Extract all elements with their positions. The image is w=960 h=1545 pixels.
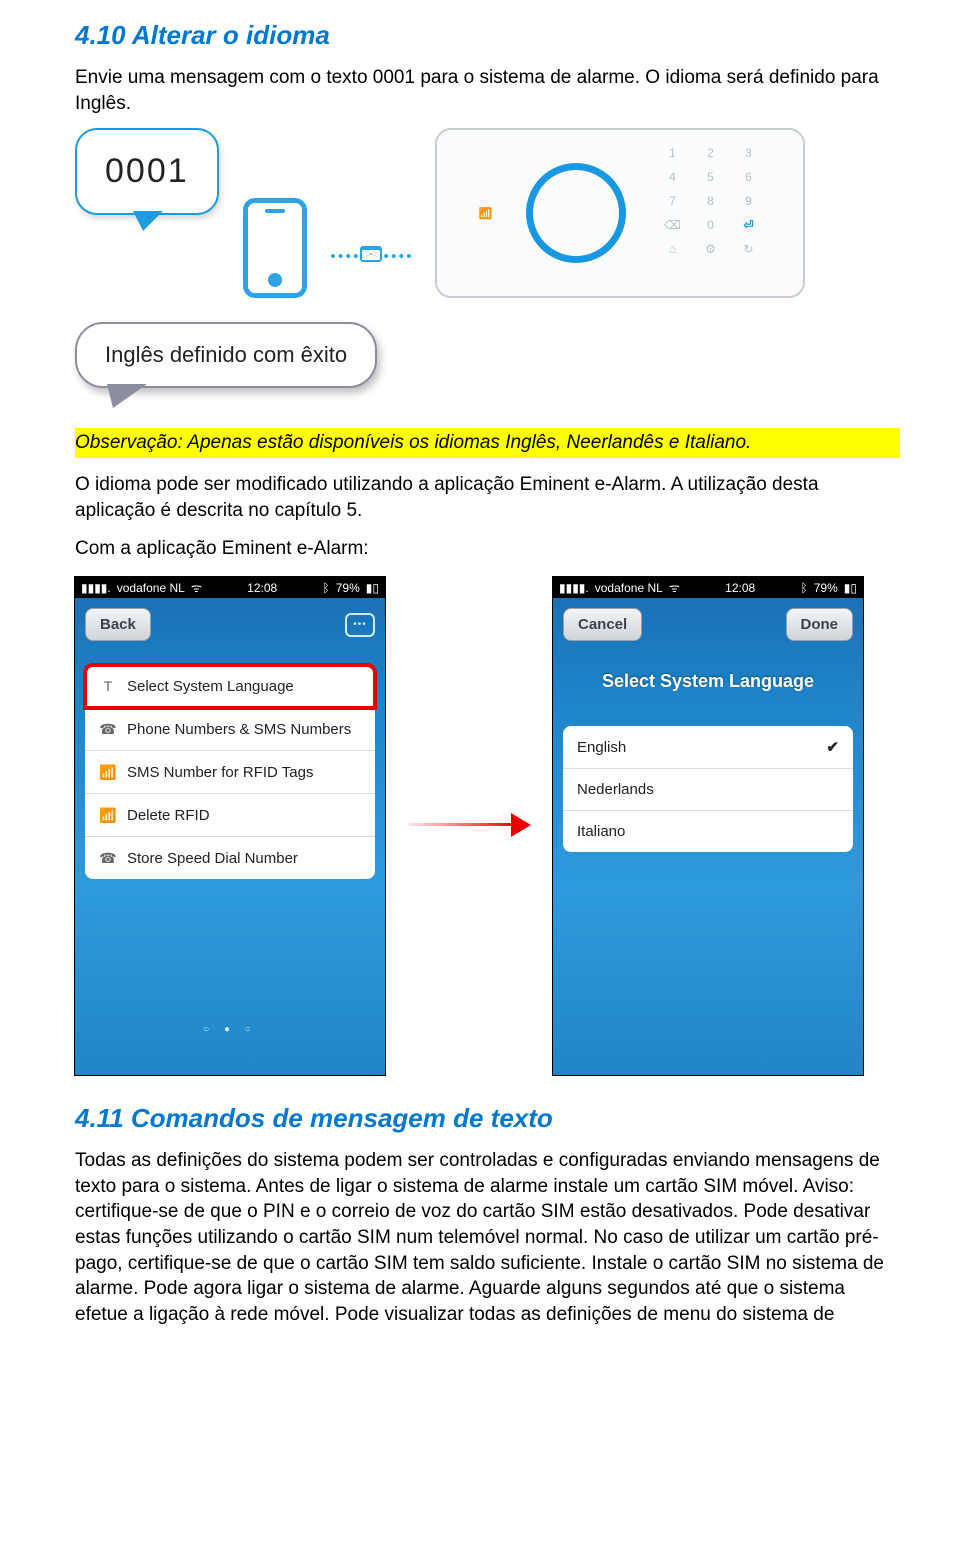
language-option-italiano[interactable]: Italiano — [563, 811, 853, 852]
app-screenshots-row: ▮▮▮▮. vodafone NL ᯤ 12:08 ᛒ 79% ▮▯ Back … — [75, 577, 900, 1075]
note-highlight: Observação: Apenas estão disponíveis os … — [75, 428, 900, 458]
wifi-icon: ᯤ — [191, 579, 202, 596]
sms-code-bubble: 0001 — [75, 128, 219, 215]
heading-4-11: 4.11 Comandos de mensagem de texto — [75, 1103, 900, 1134]
list-item-label: English — [577, 739, 626, 756]
status-time: 12:08 — [247, 581, 277, 595]
mobile-phone-icon — [243, 198, 307, 298]
status-time: 12:08 — [725, 581, 755, 595]
rfid-x-icon: 📶 — [99, 806, 117, 824]
keypad-key: 7 — [660, 192, 684, 210]
list-item-label: Select System Language — [127, 678, 294, 695]
keypad-key: ⌂ — [660, 240, 684, 258]
list-item-label: Nederlands — [577, 781, 654, 798]
language-list: English ✔ Nederlands Italiano — [563, 726, 853, 852]
screen-title: Select System Language — [553, 665, 863, 708]
keypad-key: ⏎ — [736, 216, 760, 234]
list-item-select-language[interactable]: T Select System Language — [85, 665, 375, 708]
bluetooth-icon: ᛒ — [323, 581, 330, 595]
list-item-label: Italiano — [577, 823, 625, 840]
list-item-label: SMS Number for RFID Tags — [127, 764, 313, 781]
red-arrow-icon — [409, 823, 529, 829]
bluetooth-icon: ᛒ — [801, 581, 808, 595]
nav-bar: Back — [75, 598, 385, 665]
done-button[interactable]: Done — [786, 608, 854, 641]
alarm-button-icon — [526, 163, 626, 263]
envelope-icon — [360, 246, 382, 262]
keypad-key: 0 — [698, 216, 722, 234]
keypad-key: 4 — [660, 168, 684, 186]
list-item-speed-dial[interactable]: ☎ Store Speed Dial Number — [85, 837, 375, 879]
language-option-english[interactable]: English ✔ — [563, 726, 853, 769]
keypad-illustration: 1 2 3 4 5 6 7 8 9 ⌫ 0 ⏎ ⌂ ⚙ ↻ — [660, 144, 760, 282]
body-text: Com a aplicação Eminent e-Alarm: — [75, 536, 900, 562]
list-item-sms-rfid[interactable]: 📶 SMS Number for RFID Tags — [85, 751, 375, 794]
response-callout: Inglês definido com êxito — [75, 322, 377, 388]
keypad-key: ⚙ — [698, 240, 722, 258]
list-item-delete-rfid[interactable]: 📶 Delete RFID — [85, 794, 375, 837]
keypad-key: 5 — [698, 168, 722, 186]
phone-icon: ☎ — [99, 849, 117, 867]
keypad-key: 8 — [698, 192, 722, 210]
battery-icon: ▮▯ — [844, 581, 857, 595]
status-bar: ▮▮▮▮. vodafone NL ᯤ 12:08 ᛒ 79% ▮▯ — [553, 577, 863, 598]
sms-diagram: 0001 📶 1 2 3 4 5 6 7 8 9 ⌫ 0 ⏎ ⌂ ⚙ ↻ — [75, 128, 900, 298]
back-button[interactable]: Back — [85, 608, 151, 641]
keypad-key: ⌫ — [660, 216, 684, 234]
check-icon: ✔ — [826, 738, 839, 756]
cancel-button[interactable]: Cancel — [563, 608, 642, 641]
settings-list: T Select System Language ☎ Phone Numbers… — [85, 665, 375, 879]
battery-icon: ▮▯ — [366, 581, 379, 595]
sms-bubble-icon[interactable] — [345, 613, 375, 637]
list-item-label: Delete RFID — [127, 807, 210, 824]
list-item-phone-numbers[interactable]: ☎ Phone Numbers & SMS Numbers — [85, 708, 375, 751]
signal-bars-icon: ▮▮▮▮. — [81, 581, 111, 595]
signal-bars-icon: ▮▮▮▮. — [559, 581, 589, 595]
page-dots: ○ ● ○ — [75, 1004, 385, 1075]
nav-bar: Cancel Done — [553, 598, 863, 665]
phone-icon: ☎ — [99, 720, 117, 738]
keypad-key: 1 — [660, 144, 684, 162]
keypad-key: 9 — [736, 192, 760, 210]
keypad-key: 3 — [736, 144, 760, 162]
phone-screenshot-right: ▮▮▮▮. vodafone NL ᯤ 12:08 ᛒ 79% ▮▯ Cance… — [553, 577, 863, 1075]
intro-text: Envie uma mensagem com o texto 0001 para… — [75, 65, 900, 116]
body-text: Todas as definições do sistema podem ser… — [75, 1148, 900, 1327]
battery-label: 79% — [814, 581, 838, 595]
body-text: O idioma pode ser modificado utilizando … — [75, 472, 900, 523]
list-item-label: Store Speed Dial Number — [127, 850, 298, 867]
carrier-label: vodafone NL — [595, 581, 663, 595]
text-icon: T — [99, 677, 117, 695]
keypad-key: 2 — [698, 144, 722, 162]
heading-4-10: 4.10 Alterar o idioma — [75, 20, 900, 51]
status-bar: ▮▮▮▮. vodafone NL ᯤ 12:08 ᛒ 79% ▮▯ — [75, 577, 385, 598]
language-option-nederlands[interactable]: Nederlands — [563, 769, 853, 811]
carrier-label: vodafone NL — [117, 581, 185, 595]
alarm-panel-illustration: 📶 1 2 3 4 5 6 7 8 9 ⌫ 0 ⏎ ⌂ ⚙ ↻ — [435, 128, 805, 298]
keypad-key: 6 — [736, 168, 760, 186]
wifi-icon: ᯤ — [669, 579, 680, 596]
list-item-label: Phone Numbers & SMS Numbers — [127, 721, 351, 738]
phone-screenshot-left: ▮▮▮▮. vodafone NL ᯤ 12:08 ᛒ 79% ▮▯ Back … — [75, 577, 385, 1075]
transmission-icon — [331, 254, 411, 258]
battery-label: 79% — [336, 581, 360, 595]
rfid-icon: 📶 — [99, 763, 117, 781]
signal-icon: 📶 — [479, 207, 493, 220]
keypad-key: ↻ — [736, 240, 760, 258]
